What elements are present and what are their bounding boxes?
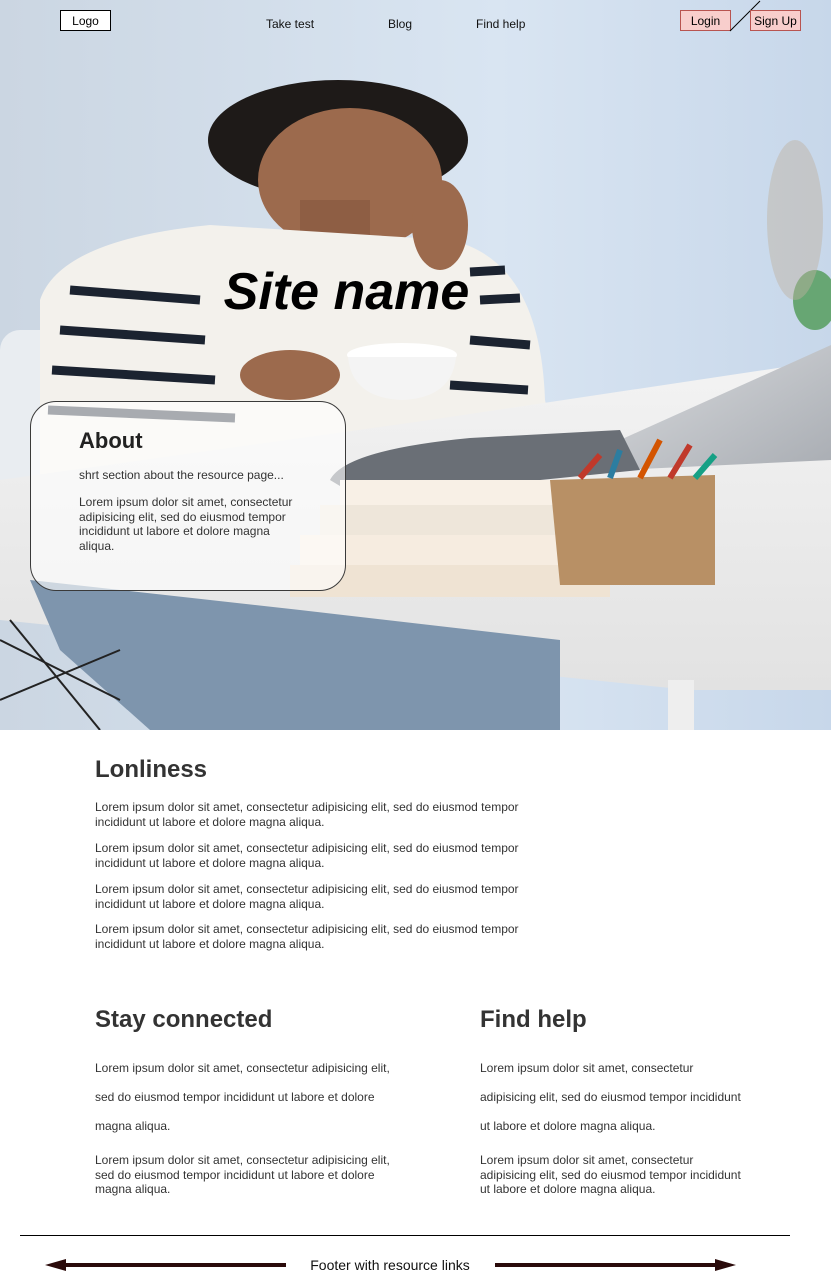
loneliness-paragraph: Lorem ipsum dolor sit amet, consectetur …	[95, 800, 519, 829]
hero-section: Logo Take test Blog Find help Login Sign…	[0, 0, 831, 730]
stay-connected-paragraph: Lorem ipsum dolor sit amet, consectetur …	[95, 1153, 390, 1196]
loneliness-title: Lonliness	[95, 756, 208, 783]
stay-connected-paragraph: Lorem ipsum dolor sit amet, consectetur …	[95, 1061, 390, 1133]
stay-connected-title: Stay connected	[95, 1006, 273, 1033]
about-card: About shrt section about the resource pa…	[30, 401, 346, 591]
loneliness-paragraph: Lorem ipsum dolor sit amet, consectetur …	[95, 882, 519, 911]
about-text: Lorem ipsum dolor sit amet, consectetur …	[79, 495, 293, 553]
site-name: Site name	[223, 263, 470, 321]
nav-blog[interactable]: Blog	[388, 17, 412, 31]
login-button[interactable]: Login	[680, 10, 731, 31]
about-subtitle: shrt section about the resource page...	[79, 468, 284, 482]
loneliness-paragraph: Lorem ipsum dolor sit amet, consectetur …	[95, 922, 519, 951]
hero-photo	[0, 0, 831, 730]
find-help-paragraph: Lorem ipsum dolor sit amet, consectetur …	[480, 1153, 741, 1196]
nav-take-test[interactable]: Take test	[266, 17, 314, 31]
signup-button[interactable]: Sign Up	[750, 10, 801, 31]
loneliness-paragraph: Lorem ipsum dolor sit amet, consectetur …	[95, 841, 519, 870]
nav-find-help[interactable]: Find help	[476, 17, 525, 31]
find-help-title: Find help	[480, 1006, 587, 1033]
find-help-paragraph: Lorem ipsum dolor sit amet, consectetur …	[480, 1061, 741, 1133]
footer-divider	[20, 1235, 790, 1236]
about-title: About	[79, 428, 143, 453]
footer-text[interactable]: Footer with resource links	[0, 1257, 780, 1273]
logo[interactable]: Logo	[60, 10, 111, 31]
